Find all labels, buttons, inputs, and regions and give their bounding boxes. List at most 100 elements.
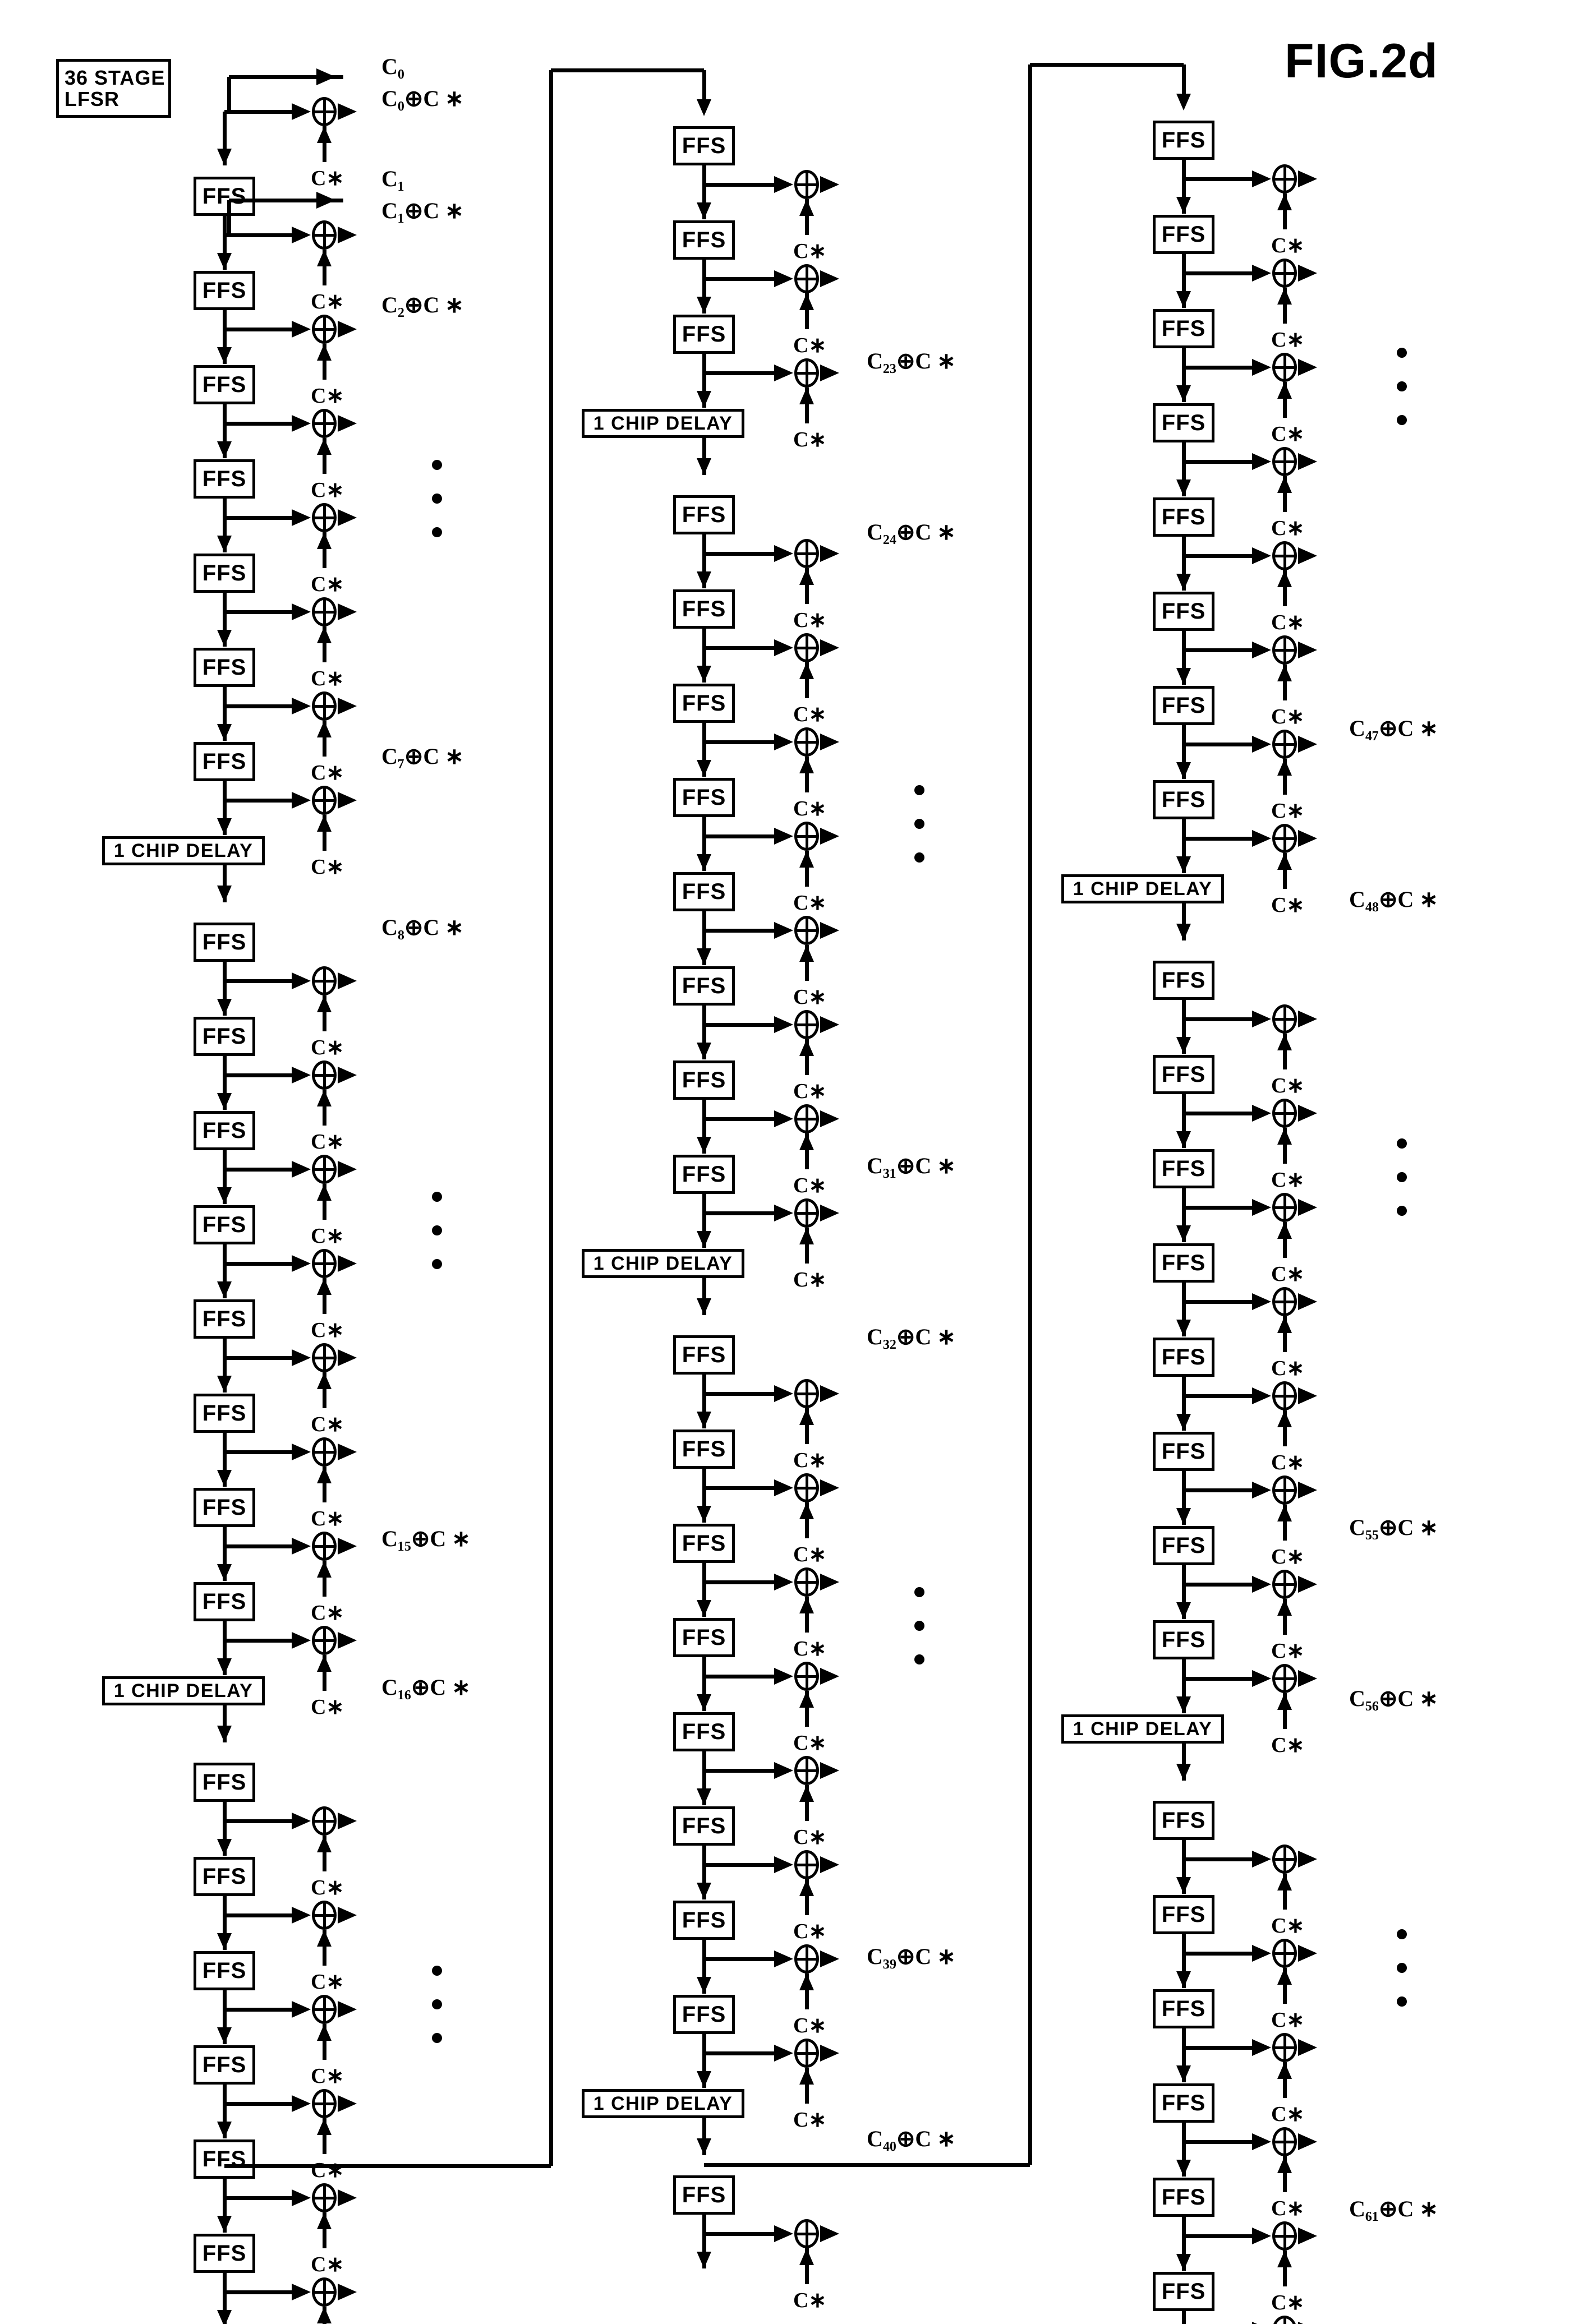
cstar-label: C∗ (793, 1920, 827, 1943)
ffs-block: FFS (673, 495, 735, 534)
arrow-up-icon (799, 1691, 814, 1708)
arrow-right-icon (820, 1016, 839, 1033)
arrow-right-icon (774, 639, 793, 656)
arrow-right-icon (338, 321, 357, 338)
ffs-block: FFS (194, 1951, 255, 1990)
xor-gate (794, 1198, 819, 1228)
ffs-block: FFS (1153, 1989, 1214, 2028)
ffs-block: FFS (1153, 497, 1214, 537)
arrow-up-icon (799, 1408, 814, 1425)
cstar-label: C∗ (1271, 1168, 1305, 1192)
arrow-up-icon (799, 1133, 814, 1150)
arrow-right-icon (292, 698, 311, 714)
xor-gate (1272, 164, 1297, 193)
xor-gate (1272, 259, 1297, 288)
ffs-block: FFS (673, 220, 735, 260)
arrow-down-icon (697, 2138, 711, 2155)
output-label-c1-xor: C₁⊕C ∗ (381, 198, 464, 223)
arrow-right-icon (1298, 2039, 1317, 2056)
arrow-up-icon (317, 1836, 332, 1852)
arrow-right-icon (1298, 1851, 1317, 1868)
xor-gate (794, 264, 819, 293)
arrow-up-icon (799, 1228, 814, 1244)
cstar-label: C∗ (1271, 1357, 1305, 1380)
wire-tap (1184, 1677, 1262, 1681)
output-label-c31-xor: C₃₁⊕C ∗ (867, 1153, 956, 1178)
arrow-right-icon (820, 1574, 839, 1590)
xor-gate (1272, 1475, 1297, 1505)
arrow-right-icon (292, 1349, 311, 1366)
arrow-down-icon (217, 149, 232, 165)
output-label-c48-xor: C₄₈⊕C ∗ (1349, 887, 1438, 912)
cstar-label: C∗ (1271, 893, 1305, 917)
wire-tee (227, 200, 231, 235)
cstar-label: C∗ (1271, 2008, 1305, 2032)
cstar-label: C∗ (793, 1080, 827, 1103)
ffs-block: FFS (1153, 403, 1214, 442)
ffs-block: FFS (673, 1430, 735, 1469)
xor-gate (794, 1473, 819, 1502)
arrow-down-icon (1176, 1414, 1191, 1431)
arrow-down-icon (1176, 1508, 1191, 1525)
ffs-block: FFS (673, 1524, 735, 1563)
xor-gate (312, 2089, 337, 2118)
cstar-label: C∗ (793, 1174, 827, 1197)
ffs-block: FFS (1153, 1526, 1214, 1565)
cstar-label: C∗ (311, 290, 344, 313)
ffs-block: FFS (1153, 961, 1214, 1000)
xor-gate (794, 633, 819, 662)
arrow-right-icon (1252, 1293, 1271, 1310)
arrow-right-icon (774, 1574, 793, 1590)
xor-gate (794, 539, 819, 568)
xor-gate (1272, 1381, 1297, 1410)
xor-gate (1272, 541, 1297, 570)
arrow-right-icon (774, 365, 793, 381)
arrow-right-icon (1252, 1387, 1271, 1404)
ffs-block: FFS (673, 966, 735, 1006)
ffs-block: FFS (194, 2139, 255, 2179)
wire-tap (1184, 460, 1262, 464)
arrow-right-icon (820, 365, 839, 381)
ffs-block: FFS (673, 1155, 735, 1194)
wire-tap (704, 834, 784, 838)
arrow-down-icon (697, 948, 711, 965)
wire-tap (704, 2051, 784, 2055)
wire-tap (224, 1073, 302, 1077)
arrow-up-icon (1277, 382, 1292, 399)
wire-tap (704, 183, 784, 187)
arrow-right-icon (1252, 453, 1271, 470)
ellipsis-vertical (914, 785, 924, 886)
arrow-right-icon (338, 603, 357, 620)
arrow-right-icon (316, 192, 335, 209)
arrow-down-icon (697, 391, 711, 408)
output-label-c39-xor: C₃₉⊕C ∗ (867, 1944, 956, 1969)
arrow-down-icon (1176, 94, 1191, 110)
ffs-block: FFS (673, 589, 735, 629)
chip-delay-block: 1 CHIP DELAY (102, 836, 265, 865)
arrow-up-icon (1277, 1128, 1292, 1145)
cstar-label: C∗ (793, 797, 827, 820)
xor-gate (794, 2039, 819, 2068)
arrow-down-icon (1176, 924, 1191, 940)
arrow-right-icon (338, 1444, 357, 1460)
cstar-label: C∗ (311, 2253, 344, 2276)
cstar-label: C∗ (1271, 328, 1305, 352)
arrow-right-icon (774, 828, 793, 845)
arrow-up-icon (1277, 193, 1292, 210)
wire-tap (1184, 1394, 1262, 1398)
arrow-down-icon (697, 1694, 711, 1711)
cstar-label: C∗ (1271, 1545, 1305, 1569)
arrow-right-icon (820, 1205, 839, 1221)
arrow-down-icon (217, 2027, 232, 2044)
ffs-block: FFS (194, 1111, 255, 1150)
arrow-right-icon (292, 227, 311, 243)
ellipsis-vertical (1397, 1138, 1407, 1239)
cstar-label: C∗ (793, 985, 827, 1009)
arrow-right-icon (338, 1632, 357, 1649)
ffs-block: FFS (673, 315, 735, 354)
wire-tap (1184, 1112, 1262, 1115)
ffs-block: FFS (673, 126, 735, 165)
arrow-up-icon (317, 2118, 332, 2135)
wire-tap (1184, 1857, 1262, 1861)
arrow-right-icon (774, 545, 793, 562)
